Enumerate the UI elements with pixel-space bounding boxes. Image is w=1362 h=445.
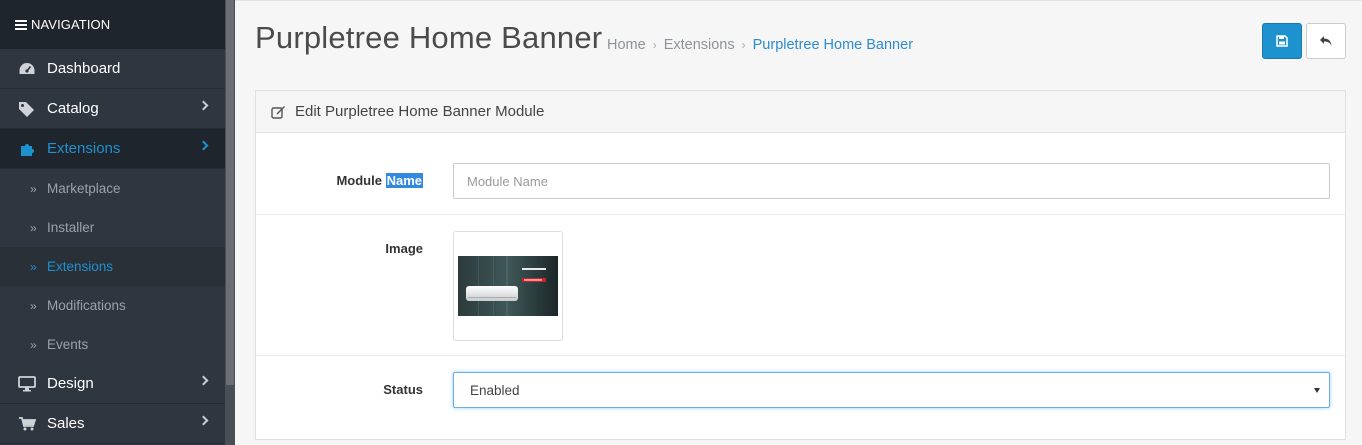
status-label: Status: [383, 382, 423, 397]
sidebar-item-catalog[interactable]: Catalog: [0, 89, 225, 129]
desktop-icon: [18, 375, 36, 393]
form-row-module-name: Module Name Module Name: [256, 133, 1345, 215]
breadcrumb-current[interactable]: Purpletree Home Banner: [753, 37, 913, 53]
status-selected-value: Enabled: [470, 382, 520, 398]
chevron-right-icon: [198, 415, 209, 426]
sidebar-item-label: Dashboard: [47, 60, 121, 77]
sidebar-subitem-label: Installer: [47, 220, 95, 235]
sidebar-subitem-extensions[interactable]: » Extensions: [0, 247, 225, 286]
chevron-right-icon: [198, 100, 209, 111]
cart-icon: [18, 415, 36, 433]
double-chevron-icon: »: [30, 259, 37, 274]
sidebar-subitem-label: Marketplace: [47, 181, 121, 196]
form-row-status: Status Enabled: [256, 356, 1345, 440]
sidebar-item-label: Catalog: [47, 100, 99, 117]
dashboard-icon: [18, 60, 36, 78]
breadcrumb: Home › Extensions › Purpletree Home Bann…: [607, 37, 913, 53]
sidebar-subitem-events[interactable]: » Events: [0, 325, 225, 364]
sidebar-scrollbar[interactable]: [225, 0, 235, 445]
edit-module-panel: Edit Purpletree Home Banner Module Modul…: [255, 90, 1346, 440]
sidebar-item-label: Design: [47, 375, 94, 392]
edit-icon: [271, 104, 287, 120]
breadcrumb-extensions[interactable]: Extensions: [664, 37, 735, 53]
module-name-placeholder: Module Name: [467, 173, 548, 189]
page-title: Purpletree Home Banner: [255, 20, 603, 55]
puzzle-icon: [18, 140, 36, 158]
sidebar-item-sales[interactable]: Sales: [0, 404, 225, 444]
module-name-label: Module Name: [336, 173, 423, 188]
save-icon: [1276, 35, 1288, 47]
sidebar-subitem-modifications[interactable]: » Modifications: [0, 286, 225, 325]
back-button[interactable]: [1306, 23, 1346, 59]
panel-heading-text: Edit Purpletree Home Banner Module: [295, 103, 545, 120]
chevron-right-icon: [198, 375, 209, 386]
sidebar-subitem-label: Modifications: [47, 298, 126, 313]
sidebar-item-label: Extensions: [47, 140, 121, 157]
nav-header[interactable]: NAVIGATION: [0, 0, 225, 49]
sidebar-item-dashboard[interactable]: Dashboard: [0, 49, 225, 89]
sidebar-subitem-installer[interactable]: » Installer: [0, 208, 225, 247]
double-chevron-icon: »: [30, 220, 37, 235]
main-content: Purpletree Home Banner Home › Extensions…: [235, 0, 1362, 445]
nav-header-label: NAVIGATION: [31, 17, 111, 32]
breadcrumb-separator-icon: ›: [741, 38, 746, 52]
double-chevron-icon: »: [30, 181, 37, 196]
sidebar: NAVIGATION Dashboard Catalog Extensions …: [0, 0, 225, 445]
chevron-right-icon: [198, 140, 209, 151]
sidebar-item-design[interactable]: Design: [0, 364, 225, 404]
double-chevron-icon: »: [30, 337, 37, 352]
breadcrumb-separator-icon: ›: [652, 38, 657, 52]
sidebar-item-label: Sales: [47, 415, 85, 432]
reply-icon: [1320, 36, 1332, 46]
breadcrumb-home[interactable]: Home: [607, 37, 646, 53]
save-button[interactable]: [1262, 23, 1302, 59]
form-row-image: Image: [256, 215, 1345, 356]
module-name-label-part: Module: [336, 173, 382, 188]
image-label: Image: [385, 241, 423, 256]
sidebar-item-extensions[interactable]: Extensions: [0, 129, 225, 169]
tags-icon: [18, 100, 36, 118]
menu-icon: [15, 18, 27, 32]
sidebar-subitem-label: Events: [47, 337, 89, 352]
module-name-label-highlight: Name: [385, 173, 423, 188]
scrollbar-thumb[interactable]: [226, 0, 234, 385]
panel-heading: Edit Purpletree Home Banner Module: [256, 91, 1345, 133]
sidebar-subitem-label: Extensions: [47, 259, 114, 274]
sidebar-subitem-marketplace[interactable]: » Marketplace: [0, 169, 225, 208]
banner-image-thumbnail[interactable]: [453, 231, 563, 341]
banner-image: [458, 256, 558, 316]
module-name-input[interactable]: Module Name: [453, 163, 1330, 199]
status-select[interactable]: Enabled: [453, 372, 1330, 408]
caret-down-icon: [1314, 388, 1320, 393]
double-chevron-icon: »: [30, 298, 37, 313]
